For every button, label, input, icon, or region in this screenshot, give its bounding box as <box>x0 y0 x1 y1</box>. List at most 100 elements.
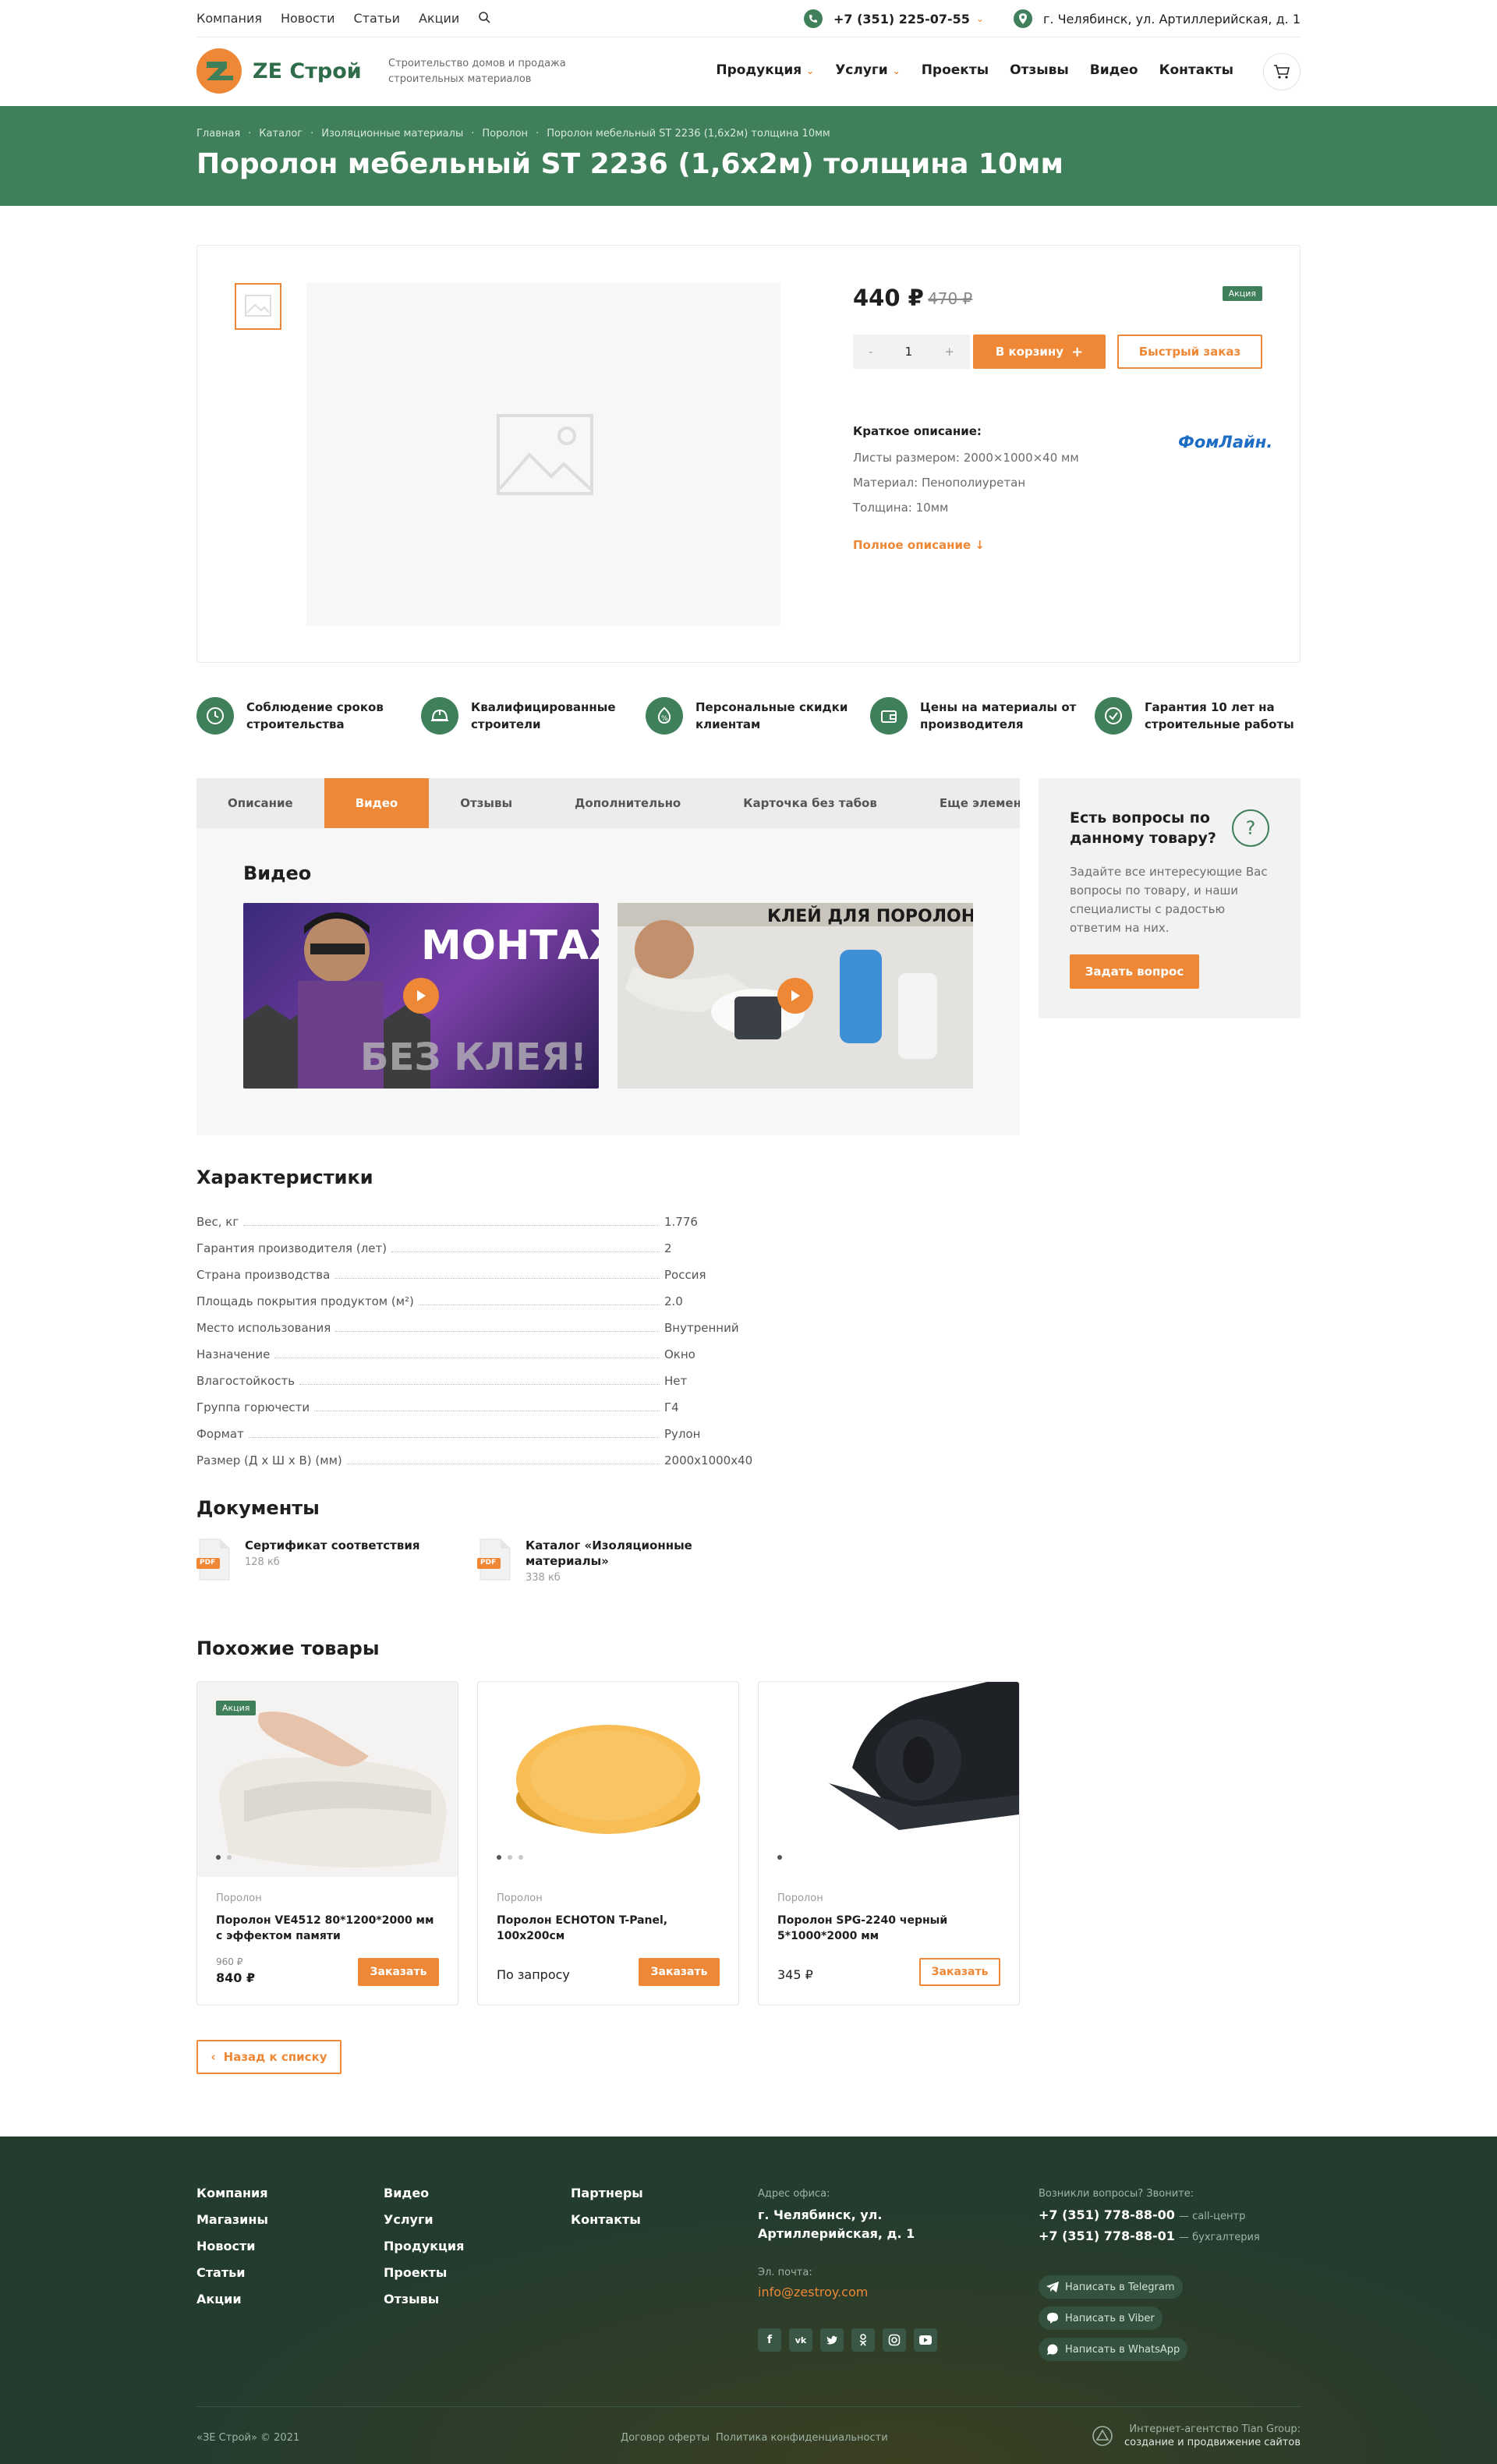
play-icon[interactable] <box>403 978 439 1014</box>
viber-button[interactable]: Написать в Viber <box>1039 2306 1163 2330</box>
tab-more[interactable]: Еще элемент для <box>908 778 1020 828</box>
top-nav-promo[interactable]: Акции <box>419 11 459 26</box>
footer-link[interactable]: Акции <box>196 2286 268 2313</box>
product-category: Поролон <box>777 1892 823 1904</box>
wallet-icon <box>870 697 908 735</box>
spec-row: Страна производства Россия <box>196 1268 706 1282</box>
feature-item: % Персональные скидки клиентам <box>646 697 856 735</box>
back-to-list-button[interactable]: ‹ Назад к списку <box>196 2040 342 2074</box>
header: ZE Строй Строительство домов и продажа с… <box>196 37 1301 106</box>
order-button[interactable]: Заказать <box>639 1958 720 1986</box>
whatsapp-button[interactable]: Написать в WhatsApp <box>1039 2338 1188 2361</box>
nav-contacts[interactable]: Контакты <box>1159 62 1233 78</box>
top-phone[interactable]: +7 (351) 225-07-55 <box>833 12 970 27</box>
youtube-icon[interactable] <box>914 2328 937 2352</box>
product-main-image[interactable] <box>306 283 780 626</box>
order-button[interactable]: Заказать <box>919 1958 1000 1986</box>
product-thumbnail[interactable] <box>235 283 281 330</box>
product-name[interactable]: Поролон VE4512 80*1200*2000 мм с эффекто… <box>216 1913 442 1944</box>
qty-minus-button[interactable]: - <box>869 345 872 359</box>
tab-reviews[interactable]: Отзывы <box>429 778 543 828</box>
twitter-icon[interactable] <box>820 2328 844 2352</box>
page-title: Поролон мебельный ST 2236 (1,6х2м) толщи… <box>196 148 1063 180</box>
order-button[interactable]: Заказать <box>358 1958 439 1986</box>
product-name[interactable]: Поролон SPG-2240 черный 5*1000*2000 мм <box>777 1913 1003 1944</box>
logo[interactable]: ZE Строй <box>196 48 362 94</box>
qty-plus-button[interactable]: + <box>944 345 954 359</box>
similar-product-card[interactable]: Акция Поролон Поролон VE4512 80*1200*200… <box>196 1681 458 2006</box>
tab-card-no-tabs[interactable]: Карточка без табов <box>712 778 908 828</box>
tab-video[interactable]: Видео <box>324 778 430 828</box>
top-nav-news[interactable]: Новости <box>281 11 335 26</box>
brand-logo[interactable]: ФомЛайн. <box>1178 433 1272 451</box>
footer-link[interactable]: Продукция <box>384 2233 464 2260</box>
top-nav-articles[interactable]: Статьи <box>354 11 400 26</box>
title-banner: Главная · Каталог · Изоляционные материалы… <box>0 106 1497 206</box>
instagram-icon[interactable] <box>883 2328 906 2352</box>
search-icon[interactable] <box>478 11 490 26</box>
offer-link[interactable]: Договор оферты <box>621 2432 710 2444</box>
slider-dots[interactable] <box>216 1855 232 1860</box>
chevron-down-icon[interactable]: ⌄ <box>976 13 984 24</box>
sale-badge: Акция <box>216 1701 257 1715</box>
nav-services[interactable]: Услуги ⌄ <box>835 62 901 78</box>
product-category: Поролон <box>216 1892 262 1904</box>
telegram-button[interactable]: Написать в Telegram <box>1039 2275 1183 2299</box>
footer-email[interactable]: info@zestroy.com <box>758 2285 992 2299</box>
odnoklassniki-icon[interactable] <box>851 2328 875 2352</box>
footer-contacts: Возникли вопросы? Звоните: +7 (351) 778-… <box>1039 2188 1260 2243</box>
product-image[interactable] <box>759 1682 1019 1877</box>
slider-dots[interactable] <box>497 1855 523 1860</box>
quick-order-button[interactable]: Быстрый заказ <box>1117 335 1262 369</box>
viber-icon <box>1047 2313 1058 2324</box>
qty-value[interactable]: 1 <box>905 345 913 359</box>
tab-additional[interactable]: Дополнительно <box>543 778 712 828</box>
nav-reviews[interactable]: Отзывы <box>1010 62 1069 78</box>
product-name[interactable]: Поролон ECHOTON T-Panel, 100х200см <box>497 1913 723 1944</box>
footer-link[interactable]: Отзывы <box>384 2286 464 2313</box>
facebook-icon[interactable]: f <box>758 2328 781 2352</box>
breadcrumb-catalog[interactable]: Каталог <box>259 128 303 140</box>
ask-question-button[interactable]: Задать вопрос <box>1070 954 1199 989</box>
video-thumbnail[interactable]: МОНТАЖ БЕЗ КЛЕЯ! <box>243 903 599 1089</box>
plus-icon: + <box>1071 343 1084 360</box>
footer-link[interactable]: Контакты <box>571 2207 643 2233</box>
cart-button[interactable] <box>1263 53 1301 90</box>
vk-icon[interactable]: vk <box>789 2328 812 2352</box>
add-to-cart-button[interactable]: В корзину + <box>973 335 1106 369</box>
tab-description[interactable]: Описание <box>196 778 324 828</box>
breadcrumb-insulation[interactable]: Изоляционные материалы <box>321 128 463 140</box>
agency-credit[interactable]: Интернет-агентство Tian Group: создание … <box>1092 2423 1301 2449</box>
documents-title: Документы <box>196 1497 320 1519</box>
video-thumbnail[interactable]: КЛЕЙ ДЛЯ ПОРОЛОНА <box>618 903 973 1089</box>
similar-product-card[interactable]: Поролон Поролон ECHOTON T-Panel, 100х200… <box>477 1681 739 2006</box>
sale-badge: Акция <box>1222 286 1262 301</box>
nav-projects[interactable]: Проекты <box>922 62 989 78</box>
clock-icon <box>196 697 234 735</box>
top-nav-company[interactable]: Компания <box>196 11 262 26</box>
product-image[interactable] <box>478 1682 738 1877</box>
footer-link[interactable]: Статьи <box>196 2260 268 2286</box>
full-description-link[interactable]: Полное описание ↓ <box>853 538 985 552</box>
video-overlay-text: МОНТАЖ <box>421 922 599 969</box>
footer-link[interactable]: Услуги <box>384 2207 464 2233</box>
product-price: 345 ₽ <box>777 1967 813 1982</box>
play-icon[interactable] <box>777 978 813 1014</box>
footer-link[interactable]: Магазины <box>196 2207 268 2233</box>
footer-link[interactable]: Видео <box>384 2180 464 2207</box>
nav-video[interactable]: Видео <box>1090 62 1138 78</box>
nav-products[interactable]: Продукция ⌄ <box>716 62 814 78</box>
document-item[interactable]: PDF Каталог «Изоляционные материалы» 338 … <box>477 1538 697 1584</box>
breadcrumb-foam[interactable]: Поролон <box>482 128 528 140</box>
footer-link[interactable]: Партнеры <box>571 2180 643 2207</box>
breadcrumb-home[interactable]: Главная <box>196 128 240 140</box>
footer-link[interactable]: Новости <box>196 2233 268 2260</box>
document-item[interactable]: PDF Сертификат соответствия 128 кб <box>196 1538 432 1581</box>
product-price: По запросу <box>497 1967 570 1982</box>
footer-link[interactable]: Компания <box>196 2180 268 2207</box>
top-nav: Компания Новости Статьи Акции <box>196 11 490 26</box>
similar-product-card[interactable]: Поролон Поролон SPG-2240 черный 5*1000*2… <box>758 1681 1020 2006</box>
footer-link[interactable]: Проекты <box>384 2260 464 2286</box>
privacy-link[interactable]: Политика конфиденциальности <box>716 2432 888 2444</box>
slider-dots[interactable] <box>777 1855 782 1860</box>
